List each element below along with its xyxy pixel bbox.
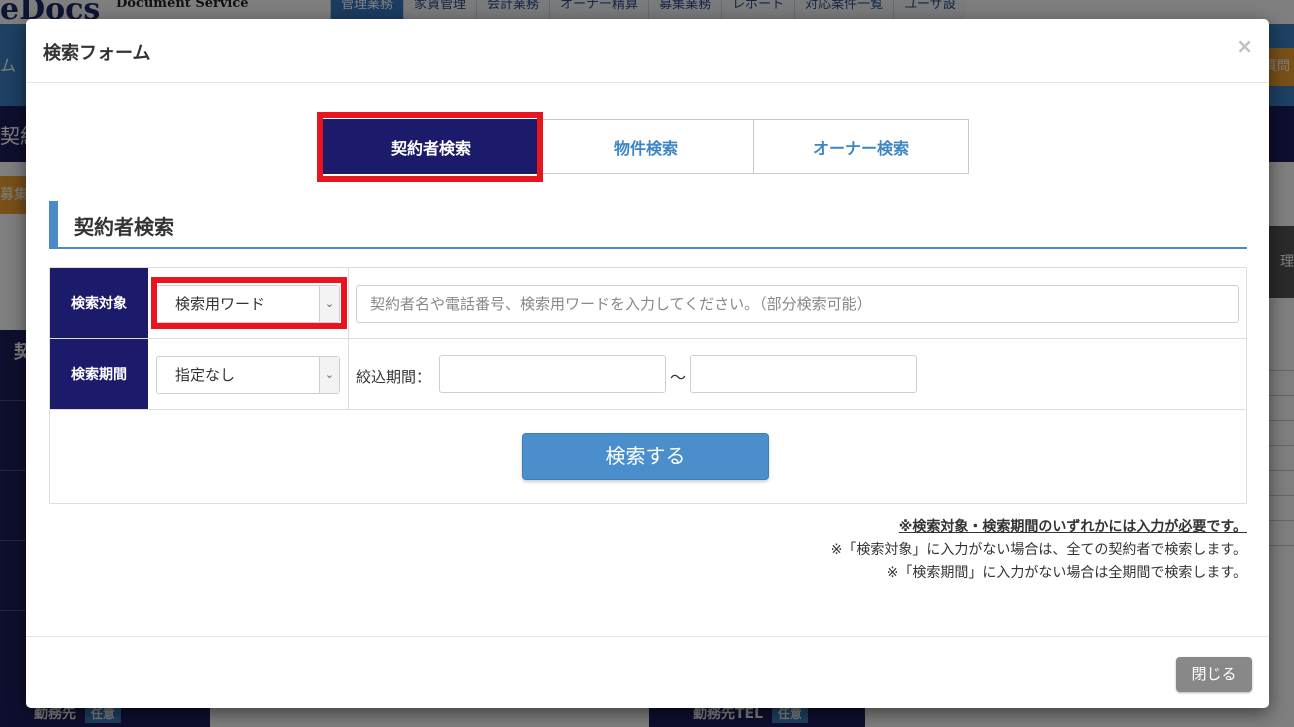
search-target-select-value: 検索用ワード — [175, 295, 266, 313]
chevron-down-icon: ⌄ — [319, 357, 339, 393]
period-separator: ～ — [670, 368, 687, 387]
search-target-label: 検索対象 — [50, 268, 148, 338]
search-form-modal: 検索フォーム × 契約者検索 物件検索 オーナー検索 契約者検索 検索対象 検索… — [26, 19, 1269, 708]
chevron-down-icon: ⌄ — [319, 286, 339, 322]
period-from-input[interactable] — [439, 355, 666, 393]
search-target-select[interactable]: 検索用ワード ⌄ — [156, 285, 340, 323]
search-target-cell: 検索用ワード ⌄ — [148, 268, 349, 338]
required-note: ※検索対象・検索期間のいずれかには入力が必要です。 — [898, 519, 1247, 535]
row-search-target: 検索対象 検索用ワード ⌄ — [50, 268, 1246, 339]
search-period-cell: 指定なし ⌄ — [148, 339, 349, 409]
row-search-period: 検索期間 指定なし ⌄ 絞込期間： ～ — [50, 339, 1246, 410]
section-heading-text: 契約者検索 — [74, 215, 174, 239]
target-note: ※「検索対象」に入力がない場合は、全ての契約者で検索します。 — [830, 542, 1247, 558]
search-form-table: 検索対象 検索用ワード ⌄ 検索期間 指定なし ⌄ 絞込期間： ～ — [49, 267, 1247, 504]
search-period-label: 検索期間 — [50, 339, 148, 409]
search-period-select[interactable]: 指定なし ⌄ — [156, 356, 340, 394]
modal-footer: 閉じる — [26, 636, 1269, 708]
modal-header: 検索フォーム × — [26, 19, 1269, 83]
section-heading: 契約者検索 — [49, 201, 1247, 249]
period-note: ※「検索期間」に入力がない場合は全期間で検索します。 — [886, 565, 1247, 581]
notes: ※検索対象・検索期間のいずれかには入力が必要です。 ※「検索対象」に入力がない場… — [831, 516, 1247, 585]
modal-title: 検索フォーム — [43, 43, 151, 64]
tab-contractor-search[interactable]: 契約者検索 — [323, 119, 539, 174]
search-period-select-value: 指定なし — [175, 366, 236, 384]
close-icon[interactable]: × — [1236, 34, 1253, 58]
narrow-period-label: 絞込期間： — [356, 368, 432, 386]
search-keyword-input[interactable] — [356, 285, 1239, 323]
search-button[interactable]: 検索する — [522, 433, 769, 480]
tab-property-search[interactable]: 物件検索 — [538, 119, 754, 174]
tab-owner-search[interactable]: オーナー検索 — [753, 119, 969, 174]
period-to-input[interactable] — [690, 355, 917, 393]
close-button[interactable]: 閉じる — [1176, 657, 1252, 692]
search-tabs: 契約者検索 物件検索 オーナー検索 — [323, 119, 969, 174]
